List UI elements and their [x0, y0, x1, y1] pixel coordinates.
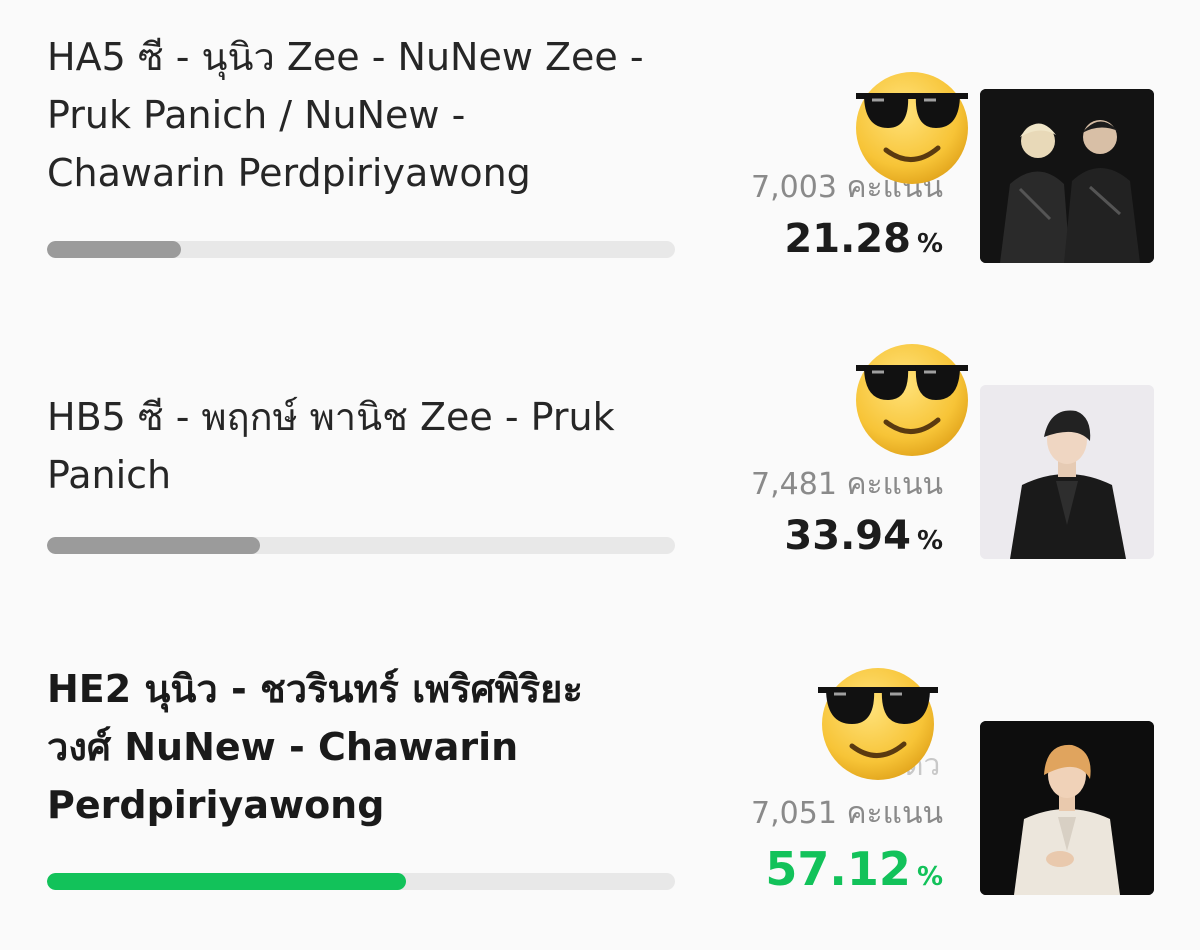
vote-percentage: 33.94% — [784, 513, 943, 559]
entry-title: HA5 ซี - นุนิว Zee - NuNew Zee - Pruk Pa… — [47, 28, 687, 202]
percent-sign: % — [916, 862, 943, 892]
vote-progress-fill — [47, 241, 181, 258]
candidate-photo[interactable] — [980, 385, 1154, 559]
vote-entry[interactable]: HE2 นุนิว - ชวรินทร์ เพริศพิริยะ วงศ์ Nu… — [0, 600, 1200, 950]
entry-title: HB5 ซี - พฤกษ์ พานิช Zee - Pruk Panich — [47, 388, 687, 504]
entry-title-line: HE2 นุนิว - ชวรินทร์ เพริศพิริยะ — [47, 667, 583, 711]
candidate-photo[interactable] — [980, 89, 1154, 263]
entry-title-line: HB5 ซี - พฤกษ์ พานิช Zee - Pruk — [47, 395, 615, 439]
vote-percentage: 57.12% — [765, 842, 943, 896]
vote-progress-bar — [47, 537, 675, 554]
entry-title-line: วงศ์ NuNew - Chawarin — [47, 725, 519, 769]
entry-title-line: HA5 ซี - นุนิว Zee - NuNew Zee - — [47, 35, 644, 79]
percentage-value: 57.12 — [765, 842, 911, 896]
sunglasses-emoji-icon — [850, 66, 974, 190]
vote-progress-bar — [47, 873, 675, 890]
entry-title-line: Chawarin Perdpiriyawong — [47, 151, 531, 195]
sunglasses-emoji-icon — [816, 660, 940, 788]
sunglasses-emoji-icon — [850, 338, 974, 462]
vote-entry[interactable]: HA5 ซี - นุนิว Zee - NuNew Zee - Pruk Pa… — [0, 0, 1200, 300]
entry-title-line: Panich — [47, 453, 172, 497]
vote-entry[interactable]: HB5 ซี - พฤกษ์ พานิช Zee - Pruk Panich 7… — [0, 300, 1200, 600]
percent-sign: % — [916, 229, 943, 259]
percentage-value: 33.94 — [784, 513, 911, 559]
vote-progress-bar — [47, 241, 675, 258]
candidate-photo[interactable] — [980, 721, 1154, 895]
vote-count: 7,481 คะแนน — [751, 467, 943, 502]
percent-sign: % — [916, 526, 943, 556]
entry-title: HE2 นุนิว - ชวรินทร์ เพริศพิริยะ วงศ์ Nu… — [47, 660, 687, 834]
vote-progress-fill — [47, 537, 261, 554]
vote-percentage: 21.28% — [784, 216, 943, 262]
vote-progress-fill — [47, 873, 406, 890]
percentage-value: 21.28 — [784, 216, 911, 262]
vote-count: 7,051 คะแนน — [751, 796, 943, 831]
entry-title-line: Pruk Panich / NuNew - — [47, 93, 466, 137]
entry-title-line: Perdpiriyawong — [47, 783, 385, 827]
